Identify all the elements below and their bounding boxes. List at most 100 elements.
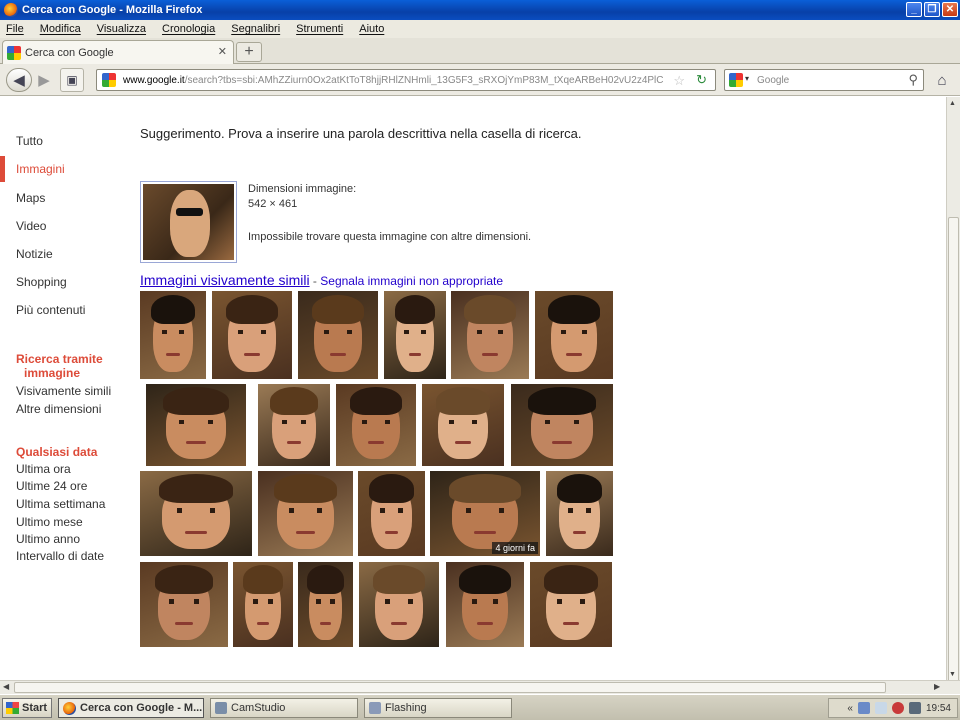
- date-last-hour[interactable]: Ultima ora: [16, 462, 71, 476]
- search-input[interactable]: ▾ Google ⚲: [724, 69, 924, 91]
- sidebar-item-video[interactable]: Video: [16, 219, 46, 233]
- search-engine-icon[interactable]: [729, 73, 743, 87]
- menu-strumenti[interactable]: Strumenti: [296, 23, 343, 35]
- tray-expand-icon[interactable]: «: [847, 703, 853, 714]
- sidebar-item-piu-contenuti[interactable]: Più contenuti: [16, 303, 85, 317]
- bookmark-star-icon[interactable]: ☆: [673, 73, 685, 89]
- search-placeholder: Google: [757, 74, 790, 86]
- similar-image-thumbnail[interactable]: [233, 562, 293, 647]
- firefox-icon: [4, 3, 18, 17]
- time-badge: 4 giorni fa: [492, 542, 538, 554]
- similar-image-thumbnail[interactable]: [140, 562, 228, 647]
- firefox-icon: [63, 701, 76, 715]
- forward-button[interactable]: ▶: [34, 68, 54, 92]
- similar-image-thumbnail[interactable]: [384, 291, 446, 379]
- filter-other-sizes[interactable]: Altre dimensioni: [16, 402, 101, 416]
- scroll-right-icon[interactable]: ▶: [934, 682, 940, 691]
- menu-cronologia[interactable]: Cronologia: [162, 23, 215, 35]
- menu-file[interactable]: File: [6, 23, 24, 35]
- page-icon-button[interactable]: ▣: [60, 68, 84, 92]
- date-heading: Qualsiasi data: [16, 445, 98, 459]
- minimize-button[interactable]: _: [906, 2, 922, 17]
- chevron-down-icon[interactable]: ▾: [745, 74, 749, 83]
- scroll-down-icon[interactable]: ▼: [949, 671, 956, 678]
- similar-image-thumbnail[interactable]: [451, 291, 529, 379]
- back-button[interactable]: ◀: [6, 68, 32, 92]
- sidebar-item-notizie[interactable]: Notizie: [16, 247, 53, 261]
- tray-app-icon[interactable]: [908, 702, 921, 714]
- date-last-week[interactable]: Ultima settimana: [16, 497, 105, 511]
- menu-segnalibri[interactable]: Segnalibri: [231, 23, 280, 35]
- similar-image-thumbnail[interactable]: 4 giorni fa: [430, 471, 540, 556]
- sidebar-item-tutto[interactable]: Tutto: [16, 134, 43, 148]
- taskbar-item-label: CamStudio: [231, 702, 286, 714]
- vertical-scroll-thumb[interactable]: [948, 217, 959, 687]
- horizontal-scroll-thumb[interactable]: [14, 682, 886, 693]
- volume-icon[interactable]: [874, 702, 887, 714]
- similar-image-thumbnail[interactable]: [146, 384, 246, 466]
- search-hint: Suggerimento. Prova a inserire una parol…: [140, 126, 582, 141]
- image-search-heading-2: immagine: [24, 366, 81, 380]
- menu-bar: File Modifica Visualizza Cronologia Segn…: [0, 20, 960, 38]
- network-icon[interactable]: [857, 702, 870, 714]
- vertical-scrollbar[interactable]: ▲ ▼: [946, 97, 960, 687]
- search-icon[interactable]: ⚲: [908, 72, 918, 88]
- home-button[interactable]: ⌂: [930, 68, 954, 92]
- similar-image-thumbnail[interactable]: [258, 384, 330, 466]
- date-last-24h[interactable]: Ultime 24 ore: [16, 479, 87, 493]
- similar-image-thumbnail[interactable]: [359, 562, 439, 647]
- site-identity-icon: [102, 73, 116, 87]
- date-last-month[interactable]: Ultimo mese: [16, 515, 83, 529]
- tab-label: Cerca con Google: [25, 46, 114, 59]
- similar-image-thumbnail[interactable]: [422, 384, 504, 466]
- similar-images-link[interactable]: Immagini visivamente simili: [140, 272, 310, 288]
- new-tab-button[interactable]: +: [236, 42, 262, 62]
- window-title: Cerca con Google - Mozilla Firefox: [22, 4, 203, 16]
- date-last-year[interactable]: Ultimo anno: [16, 532, 80, 546]
- menu-visualizza[interactable]: Visualizza: [97, 23, 146, 35]
- similar-image-thumbnail[interactable]: [530, 562, 612, 647]
- similar-image-thumbnail[interactable]: [446, 562, 524, 647]
- similar-image-thumbnail[interactable]: [258, 471, 353, 556]
- url-host: www.google.it: [123, 74, 185, 86]
- window-titlebar: Cerca con Google - Mozilla Firefox _ ❐ ✕: [0, 0, 960, 20]
- page-content: Tutto Immagini Maps Video Notizie Shoppi…: [0, 97, 946, 680]
- maximize-button[interactable]: ❐: [924, 2, 940, 17]
- close-button[interactable]: ✕: [942, 2, 958, 17]
- similar-image-thumbnail[interactable]: [511, 384, 613, 466]
- similar-image-thumbnail[interactable]: [358, 471, 425, 556]
- tab-close-icon[interactable]: ✕: [218, 45, 227, 58]
- taskbar-item-label: Flashing: [385, 702, 427, 714]
- active-indicator: [0, 156, 5, 182]
- reload-icon[interactable]: ↻: [696, 72, 707, 88]
- image-dimensions-value: 542 × 461: [248, 198, 298, 210]
- sidebar-item-immagini[interactable]: Immagini: [16, 162, 65, 176]
- menu-modifica[interactable]: Modifica: [40, 23, 81, 35]
- date-range[interactable]: Intervallo di date: [16, 549, 104, 563]
- similar-image-thumbnail[interactable]: [546, 471, 613, 556]
- similar-image-thumbnail[interactable]: [336, 384, 416, 466]
- taskbar-item-camstudio[interactable]: CamStudio: [210, 698, 358, 718]
- taskbar-item-flashing[interactable]: Flashing: [364, 698, 512, 718]
- report-images-link[interactable]: Segnala immagini non appropriate: [320, 274, 503, 288]
- sidebar-item-shopping[interactable]: Shopping: [16, 275, 67, 289]
- tab-google-search[interactable]: Cerca con Google ✕: [2, 40, 234, 64]
- scroll-up-icon[interactable]: ▲: [949, 100, 956, 107]
- sidebar-item-maps[interactable]: Maps: [16, 191, 45, 205]
- filter-visually-similar[interactable]: Visivamente simili: [16, 384, 111, 398]
- similar-image-thumbnail[interactable]: [298, 291, 378, 379]
- taskbar-item-firefox[interactable]: Cerca con Google - M...: [58, 698, 204, 718]
- similar-image-thumbnail[interactable]: [140, 291, 206, 379]
- url-path: /search?tbs=sbi:AMhZZiurn0Ox2atKtToT8hjj…: [184, 74, 664, 86]
- query-image-thumbnail[interactable]: [140, 181, 237, 263]
- similar-image-thumbnail[interactable]: [212, 291, 292, 379]
- security-shield-icon[interactable]: [891, 702, 904, 714]
- url-bar[interactable]: www.google.it /search?tbs=sbi:AMhZZiurn0…: [96, 69, 716, 91]
- similar-image-thumbnail[interactable]: [535, 291, 613, 379]
- horizontal-scrollbar[interactable]: ◀ ▶: [0, 680, 960, 694]
- similar-image-thumbnail[interactable]: [140, 471, 252, 556]
- scroll-left-icon[interactable]: ◀: [3, 682, 9, 691]
- similar-image-thumbnail[interactable]: [298, 562, 353, 647]
- menu-aiuto[interactable]: Aiuto: [359, 23, 384, 35]
- start-button[interactable]: Start: [2, 698, 52, 718]
